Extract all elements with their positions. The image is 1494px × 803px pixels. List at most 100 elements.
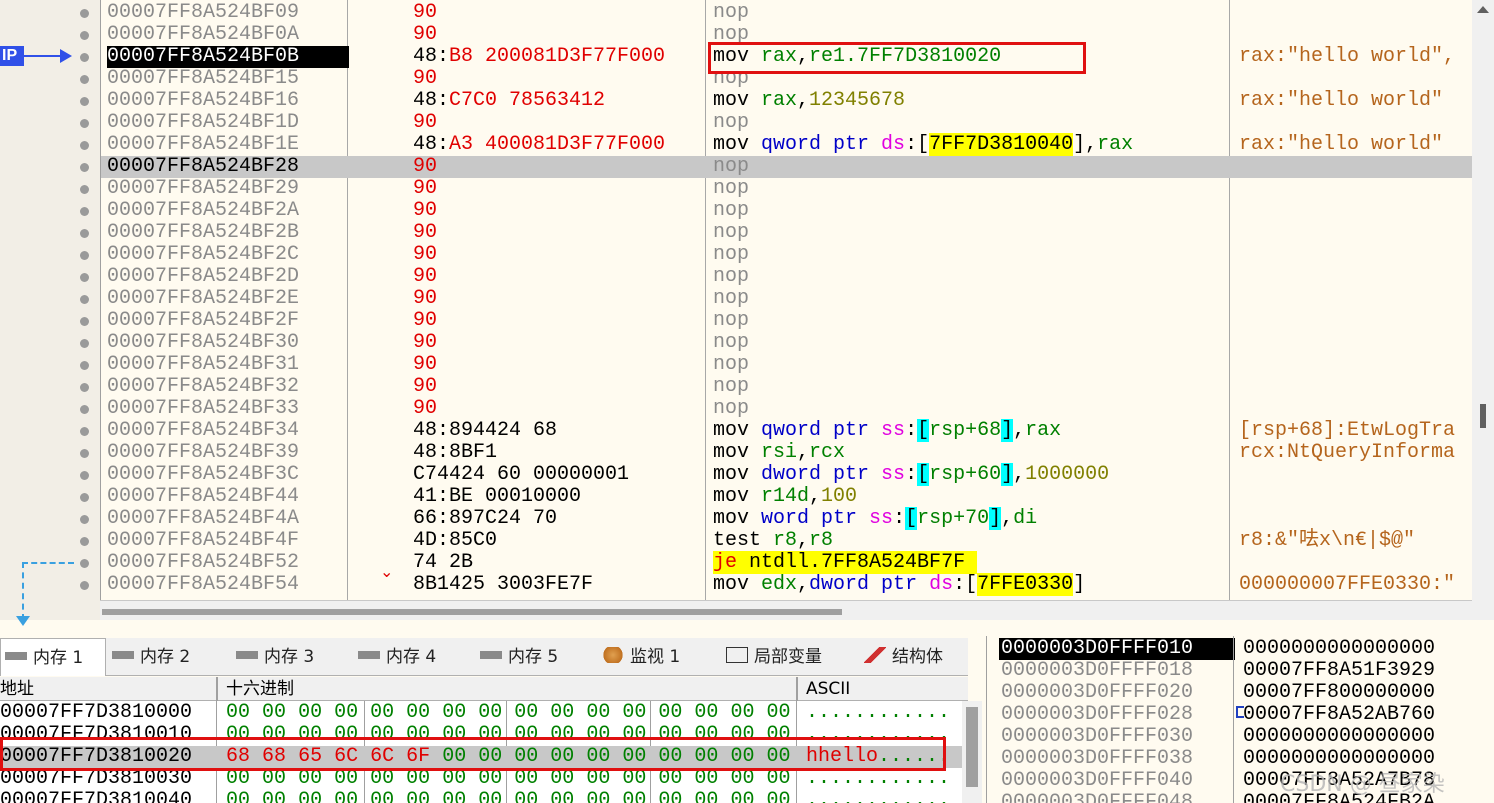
hex-byte[interactable]: 00 bbox=[442, 745, 466, 768]
hex-byte[interactable]: 00 bbox=[478, 745, 502, 768]
instruction-text[interactable]: nop bbox=[713, 68, 749, 90]
hex-byte[interactable]: 00 bbox=[514, 745, 538, 768]
instruction-text[interactable]: je ntdll.7FF8A524BF7F bbox=[713, 551, 978, 574]
instruction-text[interactable]: mov word ptr ss:[rsp+70],di bbox=[713, 507, 1037, 530]
disasm-row[interactable]: 00007FF8A524BF4A 66:897C24 70 mov word ptr… bbox=[101, 507, 1472, 530]
instruction-address[interactable]: 00007FF8A524BF4A bbox=[107, 508, 349, 530]
scroll-thumb[interactable] bbox=[102, 609, 842, 615]
stack-address[interactable]: 0000003D0FFFF038 bbox=[999, 748, 1235, 770]
hex-byte[interactable]: 00 bbox=[550, 723, 574, 746]
instruction-address[interactable]: 00007FF8A524BF1D bbox=[107, 112, 349, 134]
hex-byte[interactable]: 68 bbox=[262, 745, 286, 768]
instruction-text[interactable]: mov rax,12345678 bbox=[713, 90, 905, 112]
instruction-address[interactable]: 00007FF8A524BF2F bbox=[107, 310, 349, 332]
breakpoint-dot-icon[interactable] bbox=[80, 31, 89, 40]
breakpoint-dot-icon[interactable] bbox=[80, 317, 89, 326]
hex-byte[interactable]: 00 bbox=[478, 701, 502, 724]
breakpoint-dot-icon[interactable] bbox=[80, 229, 89, 238]
breakpoint-gutter[interactable] bbox=[0, 0, 100, 620]
instruction-address[interactable]: 00007FF8A524BF2C bbox=[107, 244, 349, 266]
hex-byte[interactable]: 00 bbox=[550, 701, 574, 724]
disasm-row[interactable]: 00007FF8A524BF3C C74424 60 00000001 mov dw… bbox=[101, 463, 1472, 486]
stack-address[interactable]: 0000003D0FFFF028 bbox=[999, 704, 1235, 726]
breakpoint-dot-icon[interactable] bbox=[80, 471, 89, 480]
hex-byte[interactable]: 00 bbox=[370, 701, 394, 724]
breakpoint-dot-icon[interactable] bbox=[80, 97, 89, 106]
hex-byte[interactable]: 65 bbox=[298, 745, 322, 768]
hex-byte[interactable]: 6C bbox=[370, 745, 394, 768]
hex-byte[interactable]: 00 bbox=[622, 767, 646, 790]
disasm-row[interactable]: 00007FF8A524BF2A 90 nop bbox=[101, 200, 1472, 222]
disasm-row[interactable]: 00007FF8A524BF29 90 nop bbox=[101, 178, 1472, 200]
disasm-row[interactable]: 00007FF8A524BF2B 90 nop bbox=[101, 222, 1472, 244]
scroll-thumb[interactable] bbox=[966, 707, 978, 787]
hex-byte[interactable]: 00 bbox=[622, 723, 646, 746]
instruction-address[interactable]: 00007FF8A524BF32 bbox=[107, 376, 349, 398]
hex-byte[interactable]: 00 bbox=[730, 789, 754, 803]
hex-byte[interactable]: 00 bbox=[550, 789, 574, 803]
instruction-text[interactable]: nop bbox=[713, 398, 749, 420]
memory-dump-panel[interactable]: 地址 十六进制 ASCII 00007FF7D3810000 00 00 00 0… bbox=[0, 677, 968, 803]
instruction-address[interactable]: 00007FF8A524BF2B bbox=[107, 222, 349, 244]
dump-row[interactable]: 00007FF7D3810000 00 00 00 00 00 00 00 00 … bbox=[0, 702, 968, 724]
hex-byte[interactable]: 00 bbox=[262, 767, 286, 790]
hex-byte[interactable]: 00 bbox=[370, 723, 394, 746]
instruction-text[interactable]: nop bbox=[713, 24, 749, 46]
hex-byte[interactable]: 00 bbox=[730, 745, 754, 768]
hex-byte[interactable]: 00 bbox=[298, 767, 322, 790]
instruction-text[interactable]: nop bbox=[713, 2, 749, 24]
breakpoint-dot-icon[interactable] bbox=[80, 9, 89, 18]
instruction-text[interactable]: nop bbox=[713, 266, 749, 288]
dump-address[interactable]: 00007FF7D3810040 bbox=[0, 790, 192, 803]
hex-byte[interactable]: 00 bbox=[442, 767, 466, 790]
dump-ascii[interactable]: ............ bbox=[806, 724, 950, 746]
stack-address[interactable]: 0000003D0FFFF030 bbox=[999, 726, 1235, 748]
stack-value[interactable]: 00007FF8A51F3929 bbox=[1243, 660, 1435, 682]
instruction-text[interactable]: mov r14d,100 bbox=[713, 486, 857, 508]
disasm-row[interactable]: 00007FF8A524BF33 90 nop bbox=[101, 398, 1472, 420]
instruction-text[interactable]: mov rax,re1.7FF7D3810020 bbox=[713, 46, 1001, 68]
hex-byte[interactable]: 00 bbox=[334, 789, 358, 803]
disasm-row[interactable]: 00007FF8A524BF1D 90 nop bbox=[101, 112, 1472, 134]
disasm-row[interactable]: 00007FF8A524BF30 90 nop bbox=[101, 332, 1472, 354]
hex-byte[interactable]: 00 bbox=[514, 767, 538, 790]
breakpoint-dot-icon[interactable] bbox=[80, 383, 89, 392]
dump-hex[interactable]: 00 00 00 00 00 00 00 00 00 00 00 00 00 0… bbox=[226, 790, 790, 803]
breakpoint-dot-icon[interactable] bbox=[80, 119, 89, 128]
horizontal-scrollbar[interactable] bbox=[100, 600, 1472, 620]
tab-1[interactable]: 内存 1 bbox=[0, 638, 106, 676]
hex-byte[interactable]: 00 bbox=[622, 701, 646, 724]
stack-value[interactable]: 0000000000000000 bbox=[1243, 726, 1435, 748]
stack-address[interactable]: 0000003D0FFFF048 bbox=[999, 792, 1235, 803]
breakpoint-dot-icon[interactable] bbox=[80, 361, 89, 370]
instruction-text[interactable]: nop bbox=[713, 178, 749, 200]
disasm-row[interactable]: 00007FF8A524BF15 90 nop bbox=[101, 68, 1472, 90]
scroll-thumb[interactable] bbox=[1480, 404, 1486, 428]
hex-byte[interactable]: 00 bbox=[478, 767, 502, 790]
instruction-address[interactable]: 00007FF8A524BF2E bbox=[107, 288, 349, 310]
instruction-address[interactable]: 00007FF8A524BF2D bbox=[107, 266, 349, 288]
hex-byte[interactable]: 00 bbox=[658, 723, 682, 746]
disasm-row[interactable]: 00007FF8A524BF2F 90 nop bbox=[101, 310, 1472, 332]
hex-byte[interactable]: 00 bbox=[550, 767, 574, 790]
dump-address[interactable]: 00007FF7D3810010 bbox=[0, 724, 192, 746]
breakpoint-dot-icon[interactable] bbox=[80, 515, 89, 524]
stack-address[interactable]: 0000003D0FFFF040 bbox=[999, 770, 1235, 792]
scroll-up-icon[interactable] bbox=[1477, 6, 1489, 13]
instruction-text[interactable]: nop bbox=[713, 376, 749, 398]
hex-byte[interactable]: 00 bbox=[514, 701, 538, 724]
hex-byte[interactable]: 00 bbox=[478, 723, 502, 746]
hex-byte[interactable]: 00 bbox=[730, 723, 754, 746]
stack-value[interactable]: 00007FF800000000 bbox=[1243, 682, 1435, 704]
hex-byte[interactable]: 00 bbox=[406, 767, 430, 790]
stack-row[interactable]: 0000003D0FFFF018 00007FF8A51F3929 bbox=[987, 660, 1494, 682]
instruction-text[interactable]: nop bbox=[713, 354, 749, 376]
instruction-text[interactable]: mov qword ptr ds:[7FF7D3810040],rax bbox=[713, 133, 1133, 156]
disasm-row[interactable]: 00007FF8A524BF0B 48:B8 200081D3F77F000 mov… bbox=[101, 46, 1472, 68]
instruction-text[interactable]: mov qword ptr ss:[rsp+68],rax bbox=[713, 419, 1061, 442]
instruction-address[interactable]: 00007FF8A524BF15 bbox=[107, 68, 349, 90]
dump-ascii[interactable]: hhello...... bbox=[806, 746, 950, 768]
tab-6[interactable]: 监视 1 bbox=[598, 638, 720, 676]
hex-byte[interactable]: 00 bbox=[586, 789, 610, 803]
hex-byte[interactable]: 00 bbox=[442, 789, 466, 803]
